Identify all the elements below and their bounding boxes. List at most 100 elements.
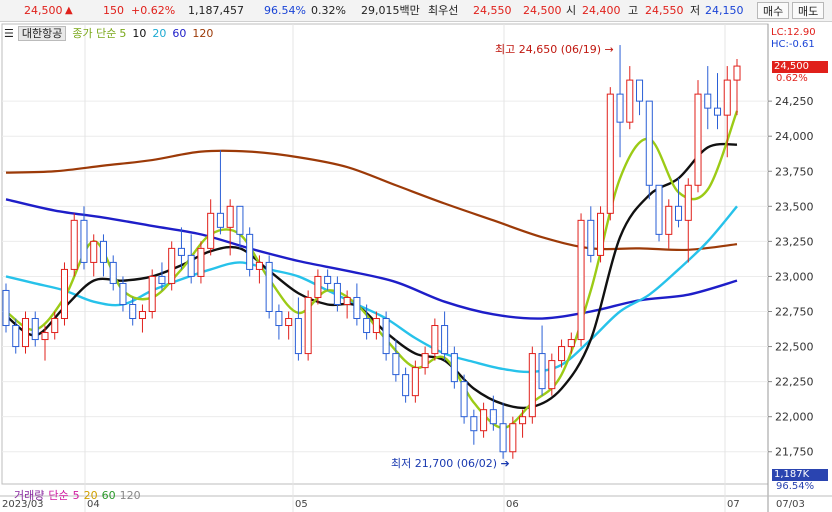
candle-body xyxy=(216,212,224,228)
candle-body xyxy=(411,367,419,397)
candle-body xyxy=(265,261,273,313)
candle-body xyxy=(148,275,156,312)
candle-body xyxy=(12,325,20,348)
candle-body xyxy=(138,311,146,320)
ma-type-label: 종가 단순 xyxy=(72,27,117,40)
candle-body xyxy=(636,79,644,102)
ma20-line xyxy=(5,205,738,374)
candle-body xyxy=(567,339,575,348)
y-tick-label: 23,250 xyxy=(775,235,814,248)
plot-frame xyxy=(1,23,769,485)
candle-body xyxy=(109,261,117,284)
ma60-line xyxy=(5,198,738,320)
y-tick-label: 22,000 xyxy=(775,411,814,424)
x-label-06: 06 xyxy=(506,499,519,510)
y-tick-label: 22,500 xyxy=(775,341,814,354)
candle-body xyxy=(187,254,195,277)
candle-body xyxy=(577,219,585,341)
candle-body xyxy=(343,296,351,305)
candle-body xyxy=(41,332,49,341)
candle-body xyxy=(509,423,517,453)
y-tick-label: 24,000 xyxy=(775,130,814,143)
stock-name[interactable]: 대한항공 xyxy=(17,26,67,41)
candle-body xyxy=(704,93,712,109)
candle-body xyxy=(558,346,566,362)
price-chart[interactable]: 24,250 24,000 23,750 23,500 23,250 23,000 22,7… xyxy=(0,0,832,512)
x-label-2023-03: 2023/03 xyxy=(2,499,44,510)
chart-legend: ☰ 대한항공 종가 단순 5 10 20 60 120 xyxy=(4,26,219,41)
candle-body xyxy=(616,93,624,123)
candle-body xyxy=(480,409,488,432)
candle-body xyxy=(353,296,361,320)
high-annotation: 최고 24,650 (06/19) → xyxy=(495,43,614,56)
candle-body xyxy=(626,79,634,123)
y-tick-label: 22,250 xyxy=(775,376,814,389)
candle-body xyxy=(733,65,741,81)
candle-body xyxy=(177,247,185,256)
candle-body xyxy=(226,205,234,228)
hc-label: HC:-0.61 xyxy=(771,39,815,50)
candle-body xyxy=(236,205,244,235)
vol-ma-60: 60 xyxy=(101,489,116,502)
candle-body xyxy=(70,219,78,270)
x-label-05: 05 xyxy=(295,499,308,510)
candle-body xyxy=(597,212,605,256)
candle-body xyxy=(158,275,166,284)
candle-body xyxy=(255,261,263,270)
candle-body xyxy=(665,205,673,235)
candle-body xyxy=(431,325,439,355)
candle-body xyxy=(90,240,98,263)
vol-ma-5: 5 xyxy=(72,489,80,502)
candle-body xyxy=(294,318,302,355)
candle-body xyxy=(304,296,312,355)
current-price-box: 24,500 xyxy=(772,61,828,73)
candle-body xyxy=(655,184,663,235)
candle-body xyxy=(99,240,107,263)
y-tick-label: 23,750 xyxy=(775,165,814,178)
candle-body xyxy=(674,205,683,221)
y-tick-label: 22,750 xyxy=(775,306,814,319)
arrow-right-icon: ➔ xyxy=(500,457,510,470)
candle-body xyxy=(606,93,614,214)
volume-pct: 96.54% xyxy=(776,481,815,492)
candle-body xyxy=(441,325,449,355)
candle-body xyxy=(450,353,458,383)
low-annotation: 최저 21,700 (06/02) ➔ xyxy=(391,457,510,470)
candle-body xyxy=(392,353,400,376)
candle-body xyxy=(51,318,59,334)
volume-box: 1,187K xyxy=(772,469,828,481)
candle-body xyxy=(489,409,497,425)
candle-body xyxy=(694,93,702,186)
x-label-04: 04 xyxy=(87,499,100,510)
candle-body xyxy=(285,318,293,327)
candle-body xyxy=(684,184,692,221)
ma-120-label: 120 xyxy=(192,27,214,40)
candle-body xyxy=(60,268,69,320)
candle-body xyxy=(80,219,88,263)
candle-body xyxy=(2,289,10,327)
vol-ma-120: 120 xyxy=(119,489,141,502)
y-tick-label: 24,250 xyxy=(775,95,814,108)
candle-body xyxy=(119,282,127,305)
candle-body xyxy=(21,318,30,348)
list-icon[interactable]: ☰ xyxy=(4,27,14,40)
candle-body xyxy=(168,247,176,284)
ma-20-label: 20 xyxy=(152,27,167,40)
candle-body xyxy=(246,233,254,270)
candle-body xyxy=(372,318,380,334)
candle-body xyxy=(470,416,478,432)
arrow-right-icon: → xyxy=(604,43,614,56)
ma-5-label: 5 xyxy=(119,27,127,40)
candle-body xyxy=(421,353,429,369)
candle-body xyxy=(333,282,341,305)
candle-body xyxy=(382,318,390,355)
candle-body xyxy=(275,311,283,327)
candle-body xyxy=(460,381,468,418)
ma-60-label: 60 xyxy=(172,27,187,40)
candle-body xyxy=(324,275,332,284)
candle-body xyxy=(587,219,595,256)
candle-body xyxy=(538,353,546,390)
ma-10-label: 10 xyxy=(132,27,147,40)
candle-body xyxy=(713,107,722,116)
candle-body xyxy=(402,374,410,397)
